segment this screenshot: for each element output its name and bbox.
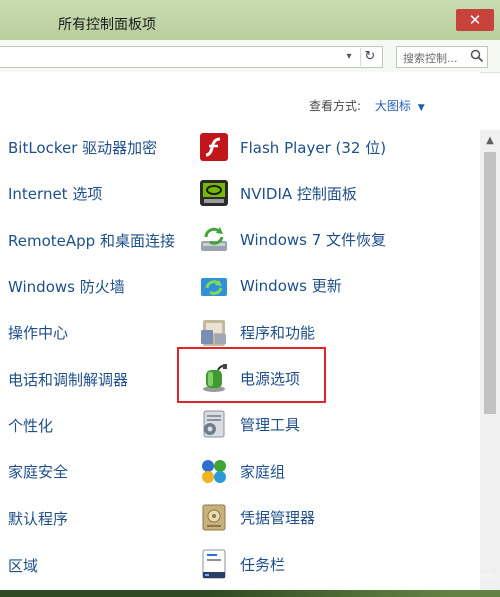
watermark-title: Bai 经验 xyxy=(415,556,469,571)
item-personalization[interactable]: 个性化 xyxy=(8,415,53,436)
power-options-highlight xyxy=(177,347,326,403)
control-panel-window: 所有控制面板项 ✕ ▾ ↻ 搜索控制... 查看方式: 大图标 ▼ BitLoc… xyxy=(0,0,500,590)
item-action-center[interactable]: 操作中心 xyxy=(8,322,68,343)
item-label: 程序和功能 xyxy=(240,324,316,342)
item-label: Windows 更新 xyxy=(240,277,342,295)
item-label: 家庭组 xyxy=(240,463,286,481)
item-flash-player[interactable]: Flash Player (32 位) xyxy=(198,131,438,165)
view-mode-selector: 查看方式: 大图标 ▼ xyxy=(309,97,425,114)
item-bitlocker[interactable]: BitLocker 驱动器加密 xyxy=(8,137,157,158)
scroll-thumb[interactable] xyxy=(484,152,496,414)
item-label: 管理工具 xyxy=(240,416,301,434)
item-windows-update[interactable]: Windows 更新 xyxy=(198,269,438,303)
credential-manager-icon xyxy=(202,504,226,531)
address-bar[interactable]: ▾ ↻ xyxy=(0,46,383,68)
nvidia-icon xyxy=(200,180,228,206)
admin-tools-icon xyxy=(203,410,225,438)
item-label: 凭据管理器 xyxy=(240,509,316,527)
vertical-scrollbar[interactable]: ▲ xyxy=(480,130,500,590)
baidu-watermark: Bai 经验 jingyan.baidu.com xyxy=(395,548,495,588)
dropdown-caret-icon[interactable]: ▼ xyxy=(418,103,425,113)
scroll-up-icon[interactable]: ▲ xyxy=(480,132,500,150)
item-internet-options[interactable]: Internet 选项 xyxy=(8,183,102,204)
item-phone-modem[interactable]: 电话和调制解调器 xyxy=(8,369,128,390)
close-button[interactable]: ✕ xyxy=(456,9,494,31)
homegroup-icon xyxy=(202,460,226,483)
programs-icon xyxy=(201,320,226,346)
view-mode-dropdown[interactable]: 大图标 xyxy=(375,99,411,113)
item-label: NVIDIA 控制面板 xyxy=(240,185,357,203)
item-admin-tools[interactable]: 管理工具 xyxy=(198,408,438,442)
windows-update-icon xyxy=(201,278,227,296)
item-family-safety[interactable]: 家庭安全 xyxy=(8,461,68,482)
item-region[interactable]: 区域 xyxy=(8,555,38,576)
item-label: Windows 7 文件恢复 xyxy=(240,231,387,249)
search-icon[interactable] xyxy=(470,49,484,63)
watermark-subtitle: jingyan.baidu.com xyxy=(411,572,495,582)
taskbar-icon xyxy=(202,549,226,579)
item-homegroup[interactable]: 家庭组 xyxy=(198,455,438,489)
close-icon: ✕ xyxy=(468,11,482,29)
refresh-icon[interactable]: ↻ xyxy=(360,48,379,66)
item-remoteapp[interactable]: RemoteApp 和桌面连接 xyxy=(8,230,175,251)
window-title: 所有控制面板项 xyxy=(58,17,156,33)
item-default-programs[interactable]: 默认程序 xyxy=(8,508,68,529)
item-credential-manager[interactable]: 凭据管理器 xyxy=(198,501,438,535)
search-placeholder: 搜索控制... xyxy=(403,52,458,65)
flash-player-icon xyxy=(200,133,228,161)
item-nvidia[interactable]: NVIDIA 控制面板 xyxy=(198,177,438,211)
view-mode-label: 查看方式: xyxy=(309,99,362,113)
item-file-recovery[interactable]: Windows 7 文件恢复 xyxy=(198,223,438,257)
search-input[interactable]: 搜索控制... xyxy=(396,46,488,68)
file-recovery-icon xyxy=(201,227,227,251)
item-windows-firewall[interactable]: Windows 防火墙 xyxy=(8,276,125,297)
address-toolbar: ▾ ↻ 搜索控制... xyxy=(0,40,500,73)
item-label: 任务栏 xyxy=(240,556,286,574)
item-programs-features[interactable]: 程序和功能 xyxy=(198,316,438,350)
address-dropdown-icon[interactable]: ▾ xyxy=(342,49,356,65)
item-label: Flash Player (32 位) xyxy=(240,139,387,157)
